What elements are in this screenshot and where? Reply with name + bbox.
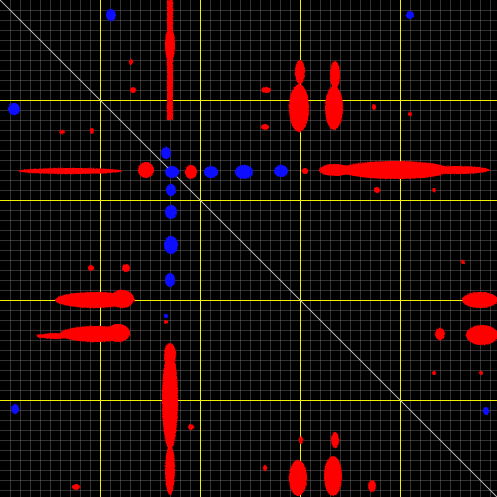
neg-peak-col-2 <box>165 205 177 219</box>
peak-upper-b <box>325 86 343 130</box>
peak-vertical-bottom-tail <box>165 445 175 495</box>
neg-peak-row-3 <box>204 166 218 178</box>
peak-right-band-tail <box>420 166 490 174</box>
peak-small-13 <box>461 260 465 264</box>
peak-vertical-top-blob <box>165 27 175 63</box>
neg-peak-left <box>8 103 20 115</box>
peak-streak-left-core <box>20 169 56 173</box>
peak-small-6 <box>59 130 65 134</box>
peak-small-1 <box>261 87 271 93</box>
peak-small-8 <box>408 112 412 116</box>
peak-small-12 <box>122 264 130 272</box>
peak-small-5 <box>90 128 94 134</box>
peak-small-19 <box>188 424 194 430</box>
neg-peak-row-2 <box>165 166 179 178</box>
peak-upper-a-top <box>295 60 305 84</box>
peak-bottom-b <box>324 456 342 496</box>
neg-peak-col-3 <box>164 236 178 254</box>
peak-small-center <box>302 168 308 174</box>
neg-peak-row-5 <box>274 165 288 177</box>
peak-small-4 <box>129 59 133 65</box>
neg-peak-bottom-right <box>483 407 489 415</box>
peak-cluster-center-a <box>138 162 154 178</box>
peak-right-band-start <box>319 164 351 176</box>
peak-small-3 <box>130 87 136 93</box>
peak-small-2 <box>261 124 269 130</box>
peak-cluster-center-b <box>185 165 197 179</box>
peak-upper-a <box>289 84 309 132</box>
peak-bottom-a <box>289 460 307 496</box>
peak-small-7 <box>372 104 376 110</box>
peak-left-b-core <box>106 324 130 342</box>
neg-peak-col-4 <box>165 273 175 287</box>
peak-upper-b-top <box>330 61 340 89</box>
peak-small-11 <box>88 265 94 271</box>
peak-vertical-bottom-top <box>164 343 176 367</box>
neg-peak-top-right <box>406 11 414 19</box>
peak-right-edge-b <box>466 325 497 345</box>
peak-small-15 <box>432 371 436 375</box>
neg-peak-top <box>106 9 116 21</box>
neg-peak-row-1 <box>161 147 171 159</box>
peak-right-edge-c <box>435 328 445 340</box>
peak-bottom-b-top <box>331 432 339 448</box>
neg-peak-row-4 <box>235 165 253 179</box>
peak-left-a-core <box>110 290 134 308</box>
peak-left-b-tail <box>40 333 70 339</box>
peak-small-10 <box>432 188 436 192</box>
peak-small-9 <box>374 187 380 193</box>
neg-peak-col-1 <box>166 184 176 196</box>
neg-peak-bottom-left <box>11 404 19 414</box>
peak-small-16 <box>299 436 303 444</box>
peak-small-18 <box>263 465 267 471</box>
peak-small-21 <box>37 334 43 338</box>
peak-small-17 <box>368 480 376 492</box>
peak-small-14 <box>479 371 483 375</box>
peak-small-20 <box>72 484 80 490</box>
peak-small-22 <box>164 320 168 324</box>
peak-right-edge-a <box>462 292 497 308</box>
spectrum-canvas[interactable] <box>0 0 497 497</box>
neg-peak-small-a <box>164 314 168 318</box>
